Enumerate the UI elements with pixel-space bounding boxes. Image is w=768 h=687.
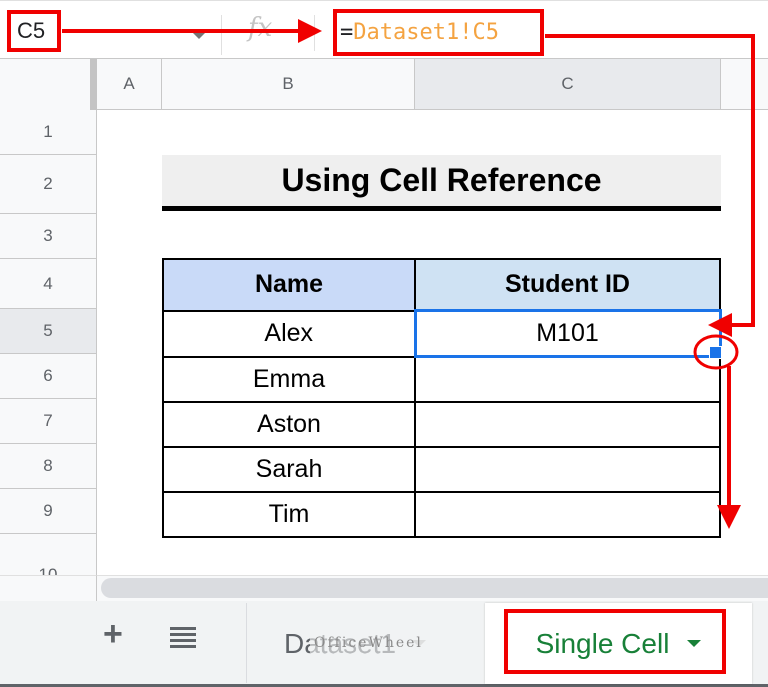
row-header-8[interactable]: 8 xyxy=(0,444,97,489)
row-header-2[interactable]: 2 xyxy=(0,155,97,214)
all-sheets-menu-icon[interactable] xyxy=(170,627,196,651)
annotation-box-tab xyxy=(504,609,726,674)
row-header-6[interactable]: 6 xyxy=(0,354,97,399)
row-header-7[interactable]: 7 xyxy=(0,399,97,444)
row-header-9[interactable]: 9 xyxy=(0,489,97,534)
divider xyxy=(221,15,222,55)
name-box-value: C5 xyxy=(17,18,46,43)
row-header-filler xyxy=(0,575,97,601)
cell-name[interactable]: Aston xyxy=(162,401,416,448)
student-table: Name Student ID Alex M101 Emma Aston Sar… xyxy=(162,258,722,538)
column-header-d[interactable] xyxy=(721,59,768,110)
header-name[interactable]: Name xyxy=(162,258,416,312)
cell-name[interactable]: Sarah xyxy=(162,446,416,493)
cell-name[interactable]: Emma xyxy=(162,355,416,403)
formula-reference: Dataset1!C5 xyxy=(353,20,499,45)
row-header-5[interactable]: 5 xyxy=(0,309,97,354)
header-student-id[interactable]: Student ID xyxy=(414,258,721,312)
row-header-1[interactable]: 1 xyxy=(0,110,97,155)
name-box-dropdown-icon[interactable] xyxy=(193,33,205,39)
table-row: Sarah xyxy=(162,446,721,493)
column-header-b[interactable]: B xyxy=(162,59,415,110)
cell-student-id[interactable] xyxy=(414,355,721,403)
sheet-title: Using Cell Reference xyxy=(162,155,721,211)
cell-student-id[interactable] xyxy=(414,491,721,538)
cell-student-id[interactable] xyxy=(414,446,721,493)
table-row: Alex M101 xyxy=(162,309,722,358)
watermark: OfficeWheel xyxy=(310,633,427,653)
table-row: Emma xyxy=(162,355,721,403)
add-sheet-button[interactable]: + xyxy=(103,617,123,651)
name-box[interactable]: C5 xyxy=(7,10,61,52)
fx-icon: fx xyxy=(248,13,273,43)
formula-bar: C5 fx = Dataset1!C5 xyxy=(0,0,768,59)
row-header-3[interactable]: 3 xyxy=(0,214,97,259)
fill-handle[interactable] xyxy=(709,346,722,359)
row-header-10[interactable]: 10 xyxy=(0,534,97,575)
cell-name[interactable]: Alex xyxy=(162,309,416,358)
formula-input[interactable]: = Dataset1!C5 xyxy=(333,9,544,56)
cell-name[interactable]: Tim xyxy=(162,491,416,538)
row-header-10-label: 10 xyxy=(38,565,58,575)
select-all-corner[interactable] xyxy=(0,59,97,117)
horizontal-scrollbar-thumb[interactable] xyxy=(101,578,768,598)
cell-student-id-active[interactable]: M101 xyxy=(413,309,722,358)
cell-student-id[interactable] xyxy=(414,401,721,448)
row-header-4[interactable]: 4 xyxy=(0,259,97,309)
table-row: Aston xyxy=(162,401,721,448)
column-header-a[interactable]: A xyxy=(97,59,162,110)
divider xyxy=(314,15,315,51)
table-row: Tim xyxy=(162,491,721,538)
table-header-row: Name Student ID xyxy=(162,258,721,312)
column-header-c[interactable]: C xyxy=(415,59,721,110)
formula-equals: = xyxy=(340,20,354,45)
